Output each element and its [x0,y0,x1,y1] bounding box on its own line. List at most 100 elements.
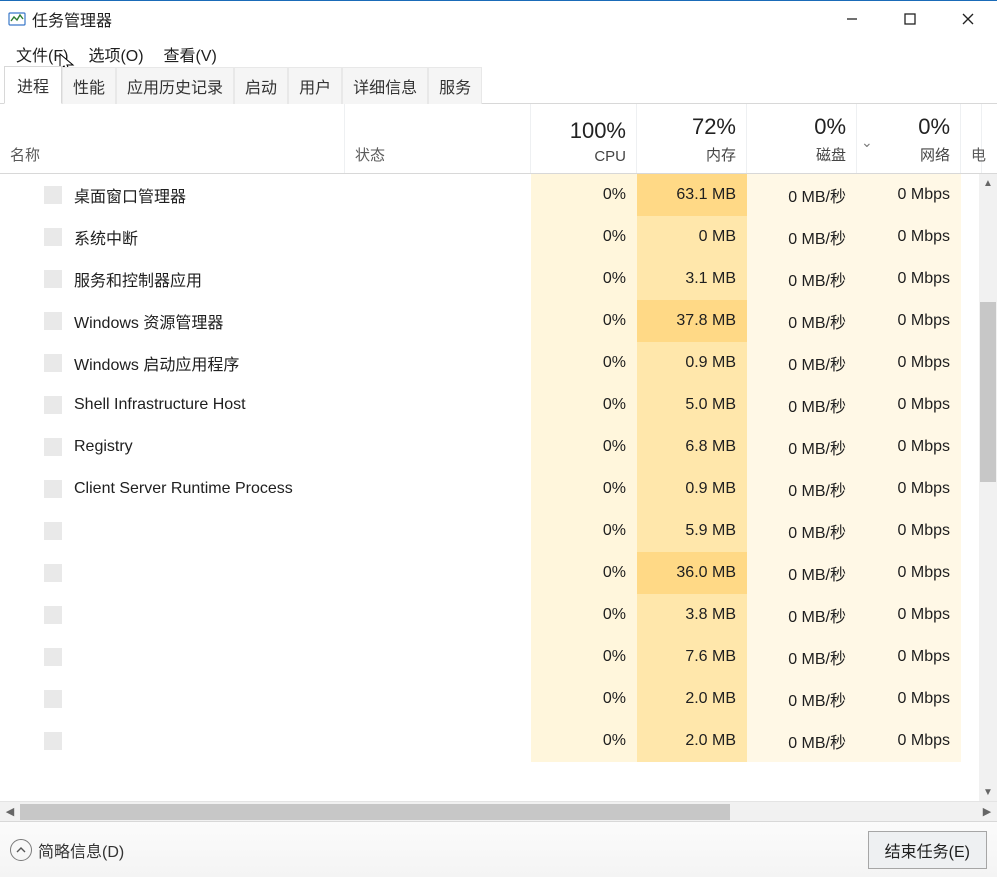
process-icon [44,186,62,204]
menu-options[interactable]: 选项(O) [78,38,153,70]
cell-cpu: 0% [531,258,637,300]
disk-value: 0 MB/秒 [788,393,846,417]
process-icon [44,354,62,372]
cell-status [345,636,531,678]
cell-network: 0 Mbps [857,426,961,468]
memory-value: 6.8 MB [685,438,736,456]
table-row[interactable]: Registry0%6.8 MB0 MB/秒0 Mbps [0,426,997,468]
column-header-network[interactable]: ⌄ 0% 网络 [857,104,961,173]
close-button[interactable] [939,1,997,37]
column-header-cpu[interactable]: 100% CPU [531,104,637,173]
cell-name: 桌面窗口管理器 [0,174,345,216]
cell-name: Windows 资源管理器 [0,300,345,342]
tab-details[interactable]: 详细信息 [342,67,428,104]
column-header-disk[interactable]: 0% 磁盘 [747,104,857,173]
table-row[interactable]: 桌面窗口管理器0%63.1 MB0 MB/秒0 Mbps [0,174,997,216]
fewer-details-button[interactable]: 简略信息(D) [10,838,124,862]
cell-name [0,678,345,720]
horizontal-scrollbar[interactable]: ◀ ▶ [0,801,997,821]
cell-memory: 37.8 MB [637,300,747,342]
cell-status [345,678,531,720]
cell-memory: 36.0 MB [637,552,747,594]
vertical-scrollbar[interactable]: ▲ ▼ [979,174,997,801]
process-icon [44,606,62,624]
horizontal-scroll-track[interactable] [20,802,977,821]
minimize-button[interactable] [823,1,881,37]
memory-value: 7.6 MB [685,648,736,666]
process-name: 服务和控制器应用 [74,267,202,291]
tab-app-history[interactable]: 应用历史记录 [116,67,234,104]
memory-value: 5.0 MB [685,396,736,414]
cell-status [345,468,531,510]
cell-memory: 0.9 MB [637,342,747,384]
disk-value: 0 MB/秒 [788,603,846,627]
end-task-button[interactable]: 结束任务(E) [868,831,987,869]
column-header-extra[interactable]: 电 [961,104,982,173]
cpu-value: 0% [603,270,626,288]
disk-value: 0 MB/秒 [788,477,846,501]
column-header-status[interactable]: 状态 [345,104,531,173]
cell-status [345,510,531,552]
cpu-value: 0% [603,690,626,708]
scroll-up-icon[interactable]: ▲ [979,174,997,192]
process-icon [44,690,62,708]
table-row[interactable]: 0%2.0 MB0 MB/秒0 Mbps [0,678,997,720]
column-header-memory[interactable]: 72% 内存 [637,104,747,173]
end-task-label: 结束任务(E) [885,844,970,861]
tab-startup[interactable]: 启动 [234,67,288,104]
cpu-value: 0% [603,396,626,414]
column-header-name[interactable]: 名称 [0,104,345,173]
process-icon [44,648,62,666]
cell-name: Registry [0,426,345,468]
table-row[interactable]: 0%36.0 MB0 MB/秒0 Mbps [0,552,997,594]
cpu-value: 0% [603,312,626,330]
disk-usage-pct: 0% [757,114,846,140]
table-row[interactable]: 系统中断0%0 MB0 MB/秒0 Mbps [0,216,997,258]
footer: 简略信息(D) 结束任务(E) [0,821,997,877]
tab-users[interactable]: 用户 [288,67,342,104]
cell-memory: 2.0 MB [637,720,747,762]
tab-services[interactable]: 服务 [428,67,482,104]
process-icon [44,564,62,582]
maximize-button[interactable] [881,1,939,37]
process-name: Registry [74,438,133,456]
table-row[interactable]: Client Server Runtime Process0%0.9 MB0 M… [0,468,997,510]
column-label-status: 状态 [355,144,520,165]
scroll-left-icon[interactable]: ◀ [0,802,20,821]
network-value: 0 Mbps [898,522,950,540]
process-icon [44,480,62,498]
cpu-value: 0% [603,648,626,666]
cell-memory: 5.9 MB [637,510,747,552]
cell-disk: 0 MB/秒 [747,426,857,468]
table-row[interactable]: Windows 启动应用程序0%0.9 MB0 MB/秒0 Mbps [0,342,997,384]
cell-cpu: 0% [531,636,637,678]
network-value: 0 Mbps [898,648,950,666]
table-row[interactable]: Shell Infrastructure Host0%5.0 MB0 MB/秒0… [0,384,997,426]
process-name: Client Server Runtime Process [74,480,293,498]
table-row[interactable]: 0%5.9 MB 0 MB/秒 0 Mbps [0,510,997,552]
process-icon [44,438,62,456]
cell-status [345,174,531,216]
table-row[interactable]: 服务和控制器应用0%3.1 MB0 MB/秒0 Mbps [0,258,997,300]
disk-value: 0 MB/秒 [788,519,846,543]
vertical-scroll-thumb[interactable] [980,302,996,482]
cell-cpu: 0% [531,216,637,258]
cell-disk: 0 MB/秒 [747,258,857,300]
titlebar[interactable]: 任务管理器 [0,0,997,38]
cell-name [0,720,345,762]
cell-cpu: 0% [531,510,637,552]
tab-processes[interactable]: 进程 [4,66,62,104]
process-name: Windows 资源管理器 [74,309,223,333]
cpu-usage-pct: 100% [541,118,626,144]
horizontal-scroll-thumb[interactable] [20,804,730,820]
table-row[interactable]: 0%7.6 MB0 MB/秒0 Mbps [0,636,997,678]
table-row[interactable]: Windows 资源管理器0%37.8 MB0 MB/秒0 Mbps [0,300,997,342]
scroll-down-icon[interactable]: ▼ [979,783,997,801]
table-row[interactable]: 0%3.8 MB0 MB/秒0 Mbps [0,594,997,636]
table-row[interactable]: 0%2.0 MB0 MB/秒0 Mbps [0,720,997,762]
disk-value: 0 MB/秒 [788,183,846,207]
tab-performance[interactable]: 性能 [62,67,116,104]
cell-status [345,720,531,762]
scroll-right-icon[interactable]: ▶ [977,802,997,821]
menu-view[interactable]: 查看(V) [154,38,227,70]
